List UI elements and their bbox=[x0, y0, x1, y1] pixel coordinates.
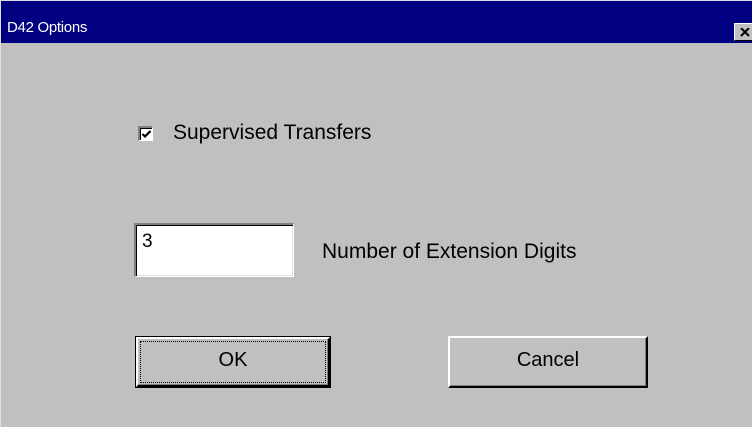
window-title: D42 Options bbox=[7, 19, 88, 36]
ok-button[interactable]: OK bbox=[135, 336, 331, 388]
close-icon bbox=[740, 27, 750, 37]
ok-button-label: OK bbox=[218, 348, 248, 371]
options-dialog: D42 Options Supervised Transfers 3 Numbe… bbox=[0, 0, 752, 427]
extension-digits-label: Number of Extension Digits bbox=[322, 240, 577, 263]
title-bar[interactable]: D42 Options bbox=[1, 1, 752, 43]
supervised-transfers-checkbox[interactable] bbox=[138, 125, 153, 141]
supervised-transfers-option[interactable]: Supervised Transfers bbox=[138, 119, 371, 147]
extension-digits-input[interactable]: 3 bbox=[134, 223, 294, 277]
checkmark-icon bbox=[141, 129, 152, 138]
cancel-button[interactable]: Cancel bbox=[448, 336, 648, 388]
supervised-transfers-label[interactable]: Supervised Transfers bbox=[173, 119, 371, 147]
cancel-button-label: Cancel bbox=[516, 348, 580, 371]
close-button[interactable] bbox=[734, 23, 752, 41]
